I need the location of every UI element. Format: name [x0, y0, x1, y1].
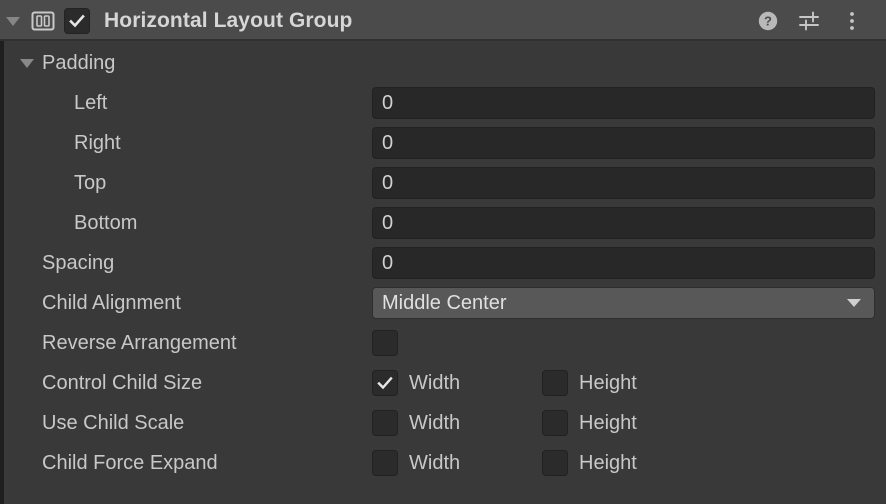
use-child-scale-width-checkbox[interactable]: [372, 410, 398, 436]
component-enabled-checkbox[interactable]: [64, 8, 90, 34]
use-child-scale-height-checkbox[interactable]: [542, 410, 568, 436]
chevron-down-icon: [846, 298, 862, 308]
control-child-size-label: Control Child Size: [42, 373, 202, 393]
padding-foldout-label: Padding: [42, 52, 115, 75]
header-divider: [0, 39, 886, 41]
reverse-arrangement-label: Reverse Arrangement: [42, 333, 237, 353]
child-alignment-dropdown[interactable]: Middle Center: [372, 287, 875, 319]
child-force-expand-width-group: Width: [372, 450, 460, 476]
padding-bottom-row: Bottom 0: [0, 203, 886, 243]
inspector-body: Padding Left 0 Right 0 Top 0 Bottom 0 Sp…: [0, 43, 886, 504]
spacing-row: Spacing 0: [0, 243, 886, 283]
use-child-scale-row: Use Child Scale Width Height: [0, 403, 886, 443]
padding-left-row: Left 0: [0, 83, 886, 123]
child-force-expand-row: Child Force Expand Width Height: [0, 443, 886, 483]
padding-right-label: Right: [74, 133, 121, 153]
use-child-scale-label: Use Child Scale: [42, 413, 184, 433]
component-title: Horizontal Layout Group: [104, 9, 756, 33]
control-child-size-height-group: Height: [542, 370, 637, 396]
use-child-scale-height-group: Height: [542, 410, 637, 436]
component-header[interactable]: Horizontal Layout Group ?: [0, 0, 886, 41]
child-force-expand-label: Child Force Expand: [42, 453, 218, 473]
use-child-scale-height-label: Height: [579, 412, 637, 435]
reverse-arrangement-group: [372, 330, 398, 356]
control-child-size-row: Control Child Size Width Height: [0, 363, 886, 403]
child-alignment-value: Middle Center: [382, 292, 507, 315]
use-child-scale-width-label: Width: [409, 412, 460, 435]
control-child-size-height-label: Height: [579, 372, 637, 395]
child-force-expand-height-label: Height: [579, 452, 637, 475]
child-alignment-row: Child Alignment Middle Center: [0, 283, 886, 323]
more-menu-icon[interactable]: [840, 9, 864, 33]
padding-foldout[interactable]: Padding: [0, 43, 886, 83]
svg-text:?: ?: [764, 13, 772, 28]
control-child-size-height-checkbox[interactable]: [542, 370, 568, 396]
child-force-expand-height-checkbox[interactable]: [542, 450, 568, 476]
padding-bottom-input[interactable]: 0: [372, 207, 875, 239]
padding-left-input[interactable]: 0: [372, 87, 875, 119]
padding-top-input[interactable]: 0: [372, 167, 875, 199]
help-icon[interactable]: ?: [756, 9, 780, 33]
padding-top-label: Top: [74, 173, 106, 193]
child-force-expand-height-group: Height: [542, 450, 637, 476]
padding-right-input[interactable]: 0: [372, 127, 875, 159]
padding-top-row: Top 0: [0, 163, 886, 203]
reverse-arrangement-checkbox[interactable]: [372, 330, 398, 356]
control-child-size-width-group: Width: [372, 370, 460, 396]
child-alignment-label: Child Alignment: [42, 293, 181, 313]
reverse-arrangement-row: Reverse Arrangement: [0, 323, 886, 363]
padding-bottom-label: Bottom: [74, 213, 137, 233]
padding-left-label: Left: [74, 93, 107, 113]
preset-icon[interactable]: [798, 9, 822, 33]
control-child-size-width-label: Width: [409, 372, 460, 395]
horizontal-layout-group-icon: [30, 8, 56, 34]
header-icon-group: ?: [756, 9, 864, 33]
padding-right-row: Right 0: [0, 123, 886, 163]
spacing-label: Spacing: [42, 253, 114, 273]
padding-foldout-arrow-icon[interactable]: [18, 58, 36, 69]
component-foldout-arrow-icon[interactable]: [0, 0, 26, 41]
inspector-panel: Horizontal Layout Group ?: [0, 0, 886, 504]
child-force-expand-width-label: Width: [409, 452, 460, 475]
control-child-size-width-checkbox[interactable]: [372, 370, 398, 396]
child-force-expand-width-checkbox[interactable]: [372, 450, 398, 476]
spacing-input[interactable]: 0: [372, 247, 875, 279]
use-child-scale-width-group: Width: [372, 410, 460, 436]
